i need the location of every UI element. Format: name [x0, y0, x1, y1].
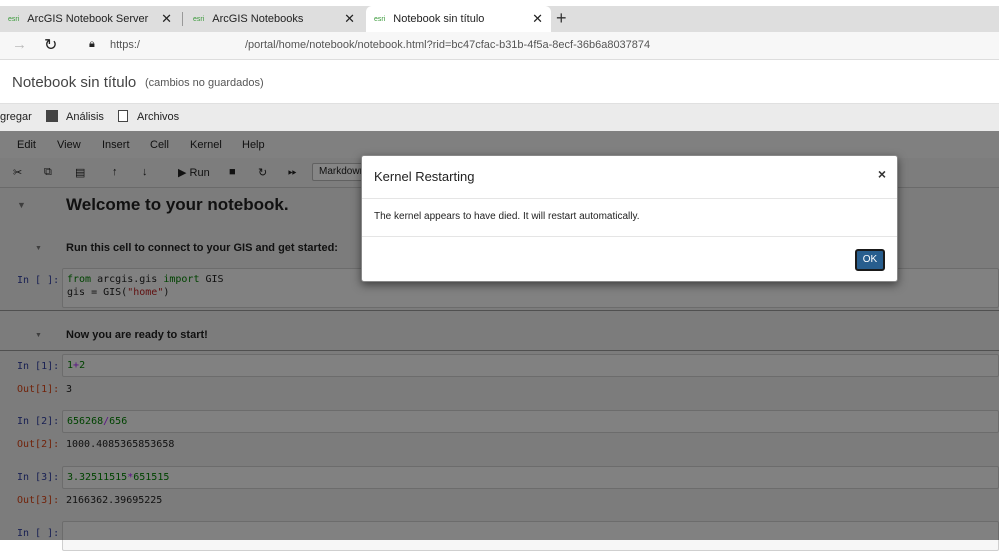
esri-favicon-icon: esri [193, 15, 205, 23]
esri-favicon-icon: esri [8, 15, 20, 23]
files-button[interactable]: Archivos [137, 111, 179, 123]
add-button[interactable]: gregar [0, 111, 32, 123]
close-tab-icon[interactable]: ✕ [532, 11, 543, 27]
save-status: (cambios no guardados) [145, 77, 264, 89]
new-tab-icon[interactable]: + [556, 8, 567, 29]
tab-notebook-untitled[interactable]: esri Notebook sin título ✕ [366, 6, 551, 32]
reload-icon[interactable]: ↻ [44, 35, 57, 55]
tab-notebook-server[interactable]: esri ArcGIS Notebook Server ✕ [0, 6, 180, 32]
ok-button[interactable]: OK [855, 249, 885, 271]
close-icon[interactable]: × [878, 166, 886, 182]
address-bar[interactable]: → ↻ 🔒︎ https:/ /portal/home/notebook/not… [0, 32, 999, 60]
esri-favicon-icon: esri [374, 15, 386, 23]
tab-bar: esri ArcGIS Notebook Server ✕ esri ArcGIS N… [0, 6, 999, 32]
notebook-title[interactable]: Notebook sin título [12, 74, 136, 91]
files-icon [118, 110, 128, 122]
analysis-icon [46, 110, 58, 122]
tab-notebooks[interactable]: esri ArcGIS Notebooks ✕ [185, 6, 363, 32]
lock-icon[interactable]: 🔒︎ [89, 38, 95, 51]
url-prefix: https:/ [110, 39, 140, 51]
forward-icon[interactable]: → [12, 36, 27, 53]
analysis-button[interactable]: Análisis [66, 111, 104, 123]
close-tab-icon[interactable]: ✕ [344, 11, 355, 27]
close-tab-icon[interactable]: ✕ [161, 11, 172, 27]
app-toolbar: gregar Análisis Archivos [0, 104, 999, 131]
dialog-message: The kernel appears to have died. It will… [362, 199, 897, 237]
url-path: /portal/home/notebook/notebook.html?rid=… [245, 39, 651, 51]
dialog-title: Kernel Restarting [374, 169, 475, 184]
kernel-restarting-dialog: Kernel Restarting × The kernel appears to… [361, 155, 898, 282]
notebook-header: Notebook sin título (cambios no guardado… [0, 60, 999, 104]
